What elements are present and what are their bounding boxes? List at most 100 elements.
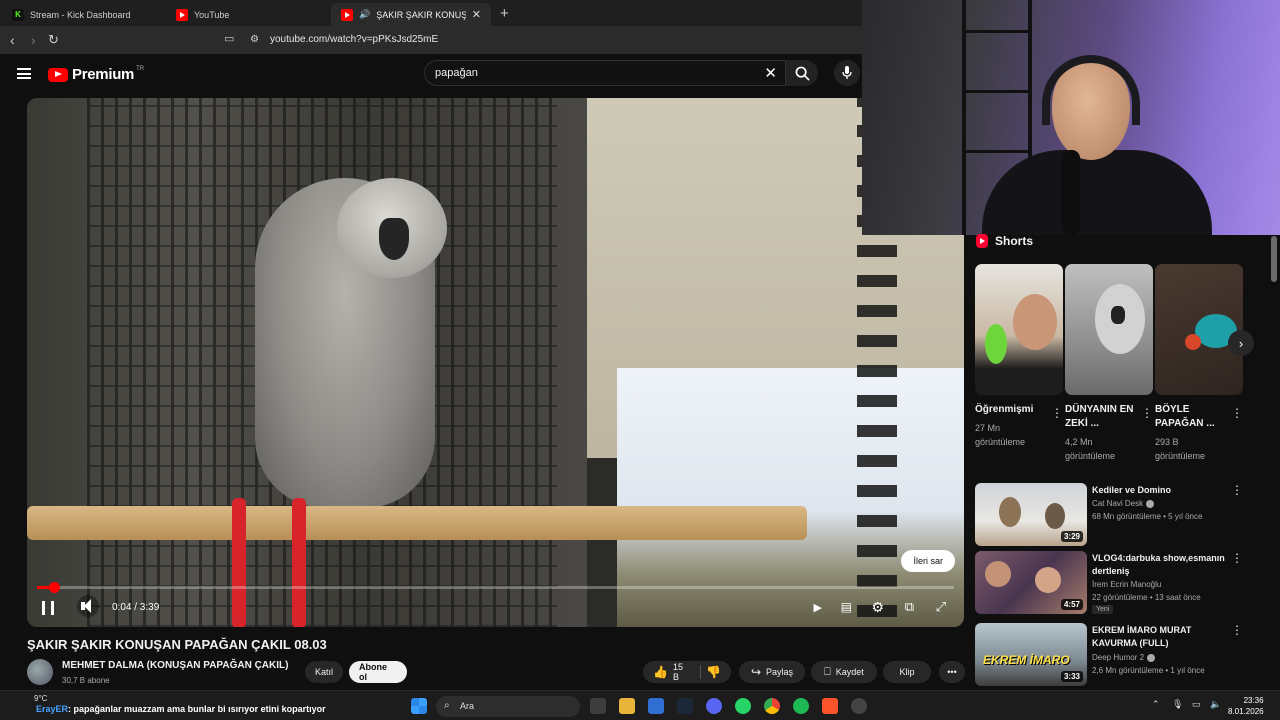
shorts-next-button[interactable]: ›	[1228, 330, 1254, 356]
youtube-logo[interactable]: Premium TR	[48, 66, 144, 83]
more-icon[interactable]: ⋮	[1051, 406, 1063, 420]
close-tab-icon[interactable]: ✕	[472, 8, 481, 21]
channel-name[interactable]: MEHMET DALMA (KONUŞAN PAPAĞAN ÇAKIL)	[62, 660, 288, 671]
tray-chevron-icon[interactable]: ⌃	[1152, 699, 1160, 710]
video-player[interactable]: İleri sar 0:04 / 3:39 ▶ ▤ ⚙ ⧉ ⤢	[27, 98, 964, 627]
recommendation-item[interactable]: 4:57 VLOG4:darbuka show,esmanın dertleni…	[975, 551, 1265, 615]
file-explorer-icon[interactable]	[619, 698, 635, 714]
tab-current-video[interactable]: 🔊 ŞAKIR ŞAKIR KONUŞAN PAPA ✕	[331, 3, 491, 26]
clip-button[interactable]: Klip	[883, 661, 931, 683]
search-button[interactable]	[786, 60, 818, 86]
windows-start-icon[interactable]	[411, 698, 427, 714]
more-icon[interactable]: ⋮	[1231, 483, 1243, 497]
divider	[700, 665, 702, 679]
duration-badge: 4:57	[1060, 599, 1083, 610]
more-actions-button[interactable]: •••	[939, 661, 965, 683]
video-title: Kediler ve Domino	[1092, 485, 1172, 495]
search-input[interactable]: papağan ✕	[424, 60, 786, 86]
headphones-image	[1042, 55, 1140, 125]
site-info-icon[interactable]: ⚙	[250, 34, 259, 45]
recommendation-item[interactable]: EKREM İMARO 3:33 EKREM İMARO MURAT KAVUR…	[975, 623, 1265, 687]
taskbar-search-label: Ara	[460, 701, 475, 711]
join-button[interactable]: Katıl	[305, 661, 343, 683]
url-field[interactable]: youtube.com/watch?v=pPKsJsd25mE	[270, 34, 438, 45]
new-tab-button[interactable]: +	[500, 5, 509, 22]
short-item[interactable]: DÜNYANIN EN ZEKİ ... 4,2 Mn görüntüleme ⋮	[1065, 264, 1153, 463]
settings-icon[interactable]: ⚙	[871, 597, 884, 617]
share-icon: ↪	[750, 665, 762, 679]
short-thumbnail[interactable]	[975, 264, 1063, 395]
channel-name: Cat Navi Desk	[1092, 499, 1155, 508]
verified-icon	[1147, 653, 1156, 662]
bookmark-icon[interactable]: ▭	[224, 32, 234, 45]
channel-name: Deep Humor 2	[1092, 653, 1156, 662]
volume-icon[interactable]	[77, 595, 99, 617]
task-view-icon[interactable]	[590, 698, 606, 714]
back-icon[interactable]: ‹	[10, 32, 15, 48]
speaker-icon[interactable]: 🔈	[1210, 699, 1221, 710]
fullscreen-icon[interactable]: ⤢	[936, 597, 946, 617]
short-thumbnail[interactable]	[1155, 264, 1243, 395]
autoplay-icon[interactable]: ▶	[814, 597, 822, 617]
brave-icon[interactable]	[822, 698, 838, 714]
like-count[interactable]: 15 B	[673, 662, 685, 682]
dislike-icon[interactable]: 👎	[706, 665, 721, 679]
tab-youtube[interactable]: YouTube	[166, 3, 330, 26]
short-item[interactable]: Öğrenmişmi 27 Mn görüntüleme ⋮	[975, 264, 1063, 449]
shorts-title: Shorts	[995, 234, 1034, 248]
voice-search-button[interactable]	[834, 60, 860, 86]
share-button[interactable]: ↪ Paylaş	[739, 661, 805, 683]
menu-icon[interactable]	[17, 68, 31, 79]
whatsapp-icon[interactable]	[735, 698, 751, 714]
browser-tab-bar: K Stream - Kick Dashboard YouTube 🔊 ŞAKI…	[0, 0, 862, 26]
save-button[interactable]: ⎕ Kaydet	[811, 661, 877, 683]
video-thumbnail[interactable]: 4:57	[975, 551, 1087, 614]
store-icon[interactable]	[648, 698, 664, 714]
clock[interactable]: 23:36 8.01.2026	[1228, 695, 1264, 717]
short-thumbnail[interactable]	[1065, 264, 1153, 395]
webcam-overlay	[862, 0, 1280, 235]
video-meta: 68 Mn görüntüleme • 5 yıl önce	[1092, 512, 1203, 521]
discord-icon[interactable]	[706, 698, 722, 714]
progress-bar[interactable]	[37, 582, 954, 593]
more-icon[interactable]: ⋮	[1231, 623, 1243, 637]
chrome-icon[interactable]	[764, 698, 780, 714]
steam-icon[interactable]	[677, 698, 693, 714]
skip-forward-button[interactable]: İleri sar	[901, 550, 955, 572]
video-thumbnail[interactable]: 3:29	[975, 483, 1087, 546]
microphone-icon[interactable]: 🎙	[1172, 699, 1183, 710]
recommendation-item[interactable]: 3:29 Kediler ve Domino Cat Navi Desk 68 …	[975, 483, 1265, 547]
miniplayer-icon[interactable]: ⧉	[905, 597, 914, 617]
short-item[interactable]: BÖYLE PAPAĞAN ... 293 Bgörüntüleme ⋮	[1155, 264, 1243, 463]
short-views: 293 Bgörüntüleme	[1155, 437, 1206, 461]
reload-icon[interactable]: ↻	[48, 32, 59, 48]
like-icon[interactable]: 👍	[653, 665, 668, 679]
subtitles-icon[interactable]: ▤	[841, 597, 852, 617]
more-icon[interactable]: ⋮	[1231, 406, 1243, 420]
microphone-icon	[842, 66, 852, 79]
region-label: TR	[136, 66, 145, 72]
network-icon[interactable]: ▭	[1192, 699, 1201, 710]
tab-kick-dashboard[interactable]: K Stream - Kick Dashboard	[2, 3, 166, 26]
progress-handle[interactable]	[48, 582, 60, 593]
thumbnail-text: EKREM İMARO	[983, 653, 1070, 667]
clip-label: Klip	[899, 667, 915, 677]
clear-search-icon[interactable]: ✕	[764, 64, 777, 82]
more-icon[interactable]: ⋮	[1141, 406, 1153, 420]
taskbar-search[interactable]: ⌕ Ara	[436, 696, 580, 717]
duration-badge: 3:29	[1060, 531, 1083, 542]
channel-avatar[interactable]	[27, 659, 53, 685]
weather-temperature[interactable]: 9°C	[34, 694, 47, 703]
clock-date: 8.01.2026	[1228, 707, 1264, 716]
pause-icon[interactable]	[42, 601, 54, 615]
subscribe-button[interactable]: Abone ol	[349, 661, 407, 683]
parrot-beak-image	[379, 218, 409, 260]
video-thumbnail[interactable]: EKREM İMARO 3:33	[975, 623, 1087, 686]
spotify-icon[interactable]	[793, 698, 809, 714]
forward-icon[interactable]: ›	[31, 32, 36, 48]
chat-ticker: ErayER: papağanlar muazzam ama bunlar bi…	[0, 704, 420, 718]
obs-icon[interactable]	[851, 698, 867, 714]
video-meta: 2,6 Mn görüntüleme • 1 yıl önce	[1092, 666, 1205, 675]
more-icon[interactable]: ⋮	[1231, 551, 1243, 565]
scrollbar[interactable]	[1271, 236, 1277, 282]
